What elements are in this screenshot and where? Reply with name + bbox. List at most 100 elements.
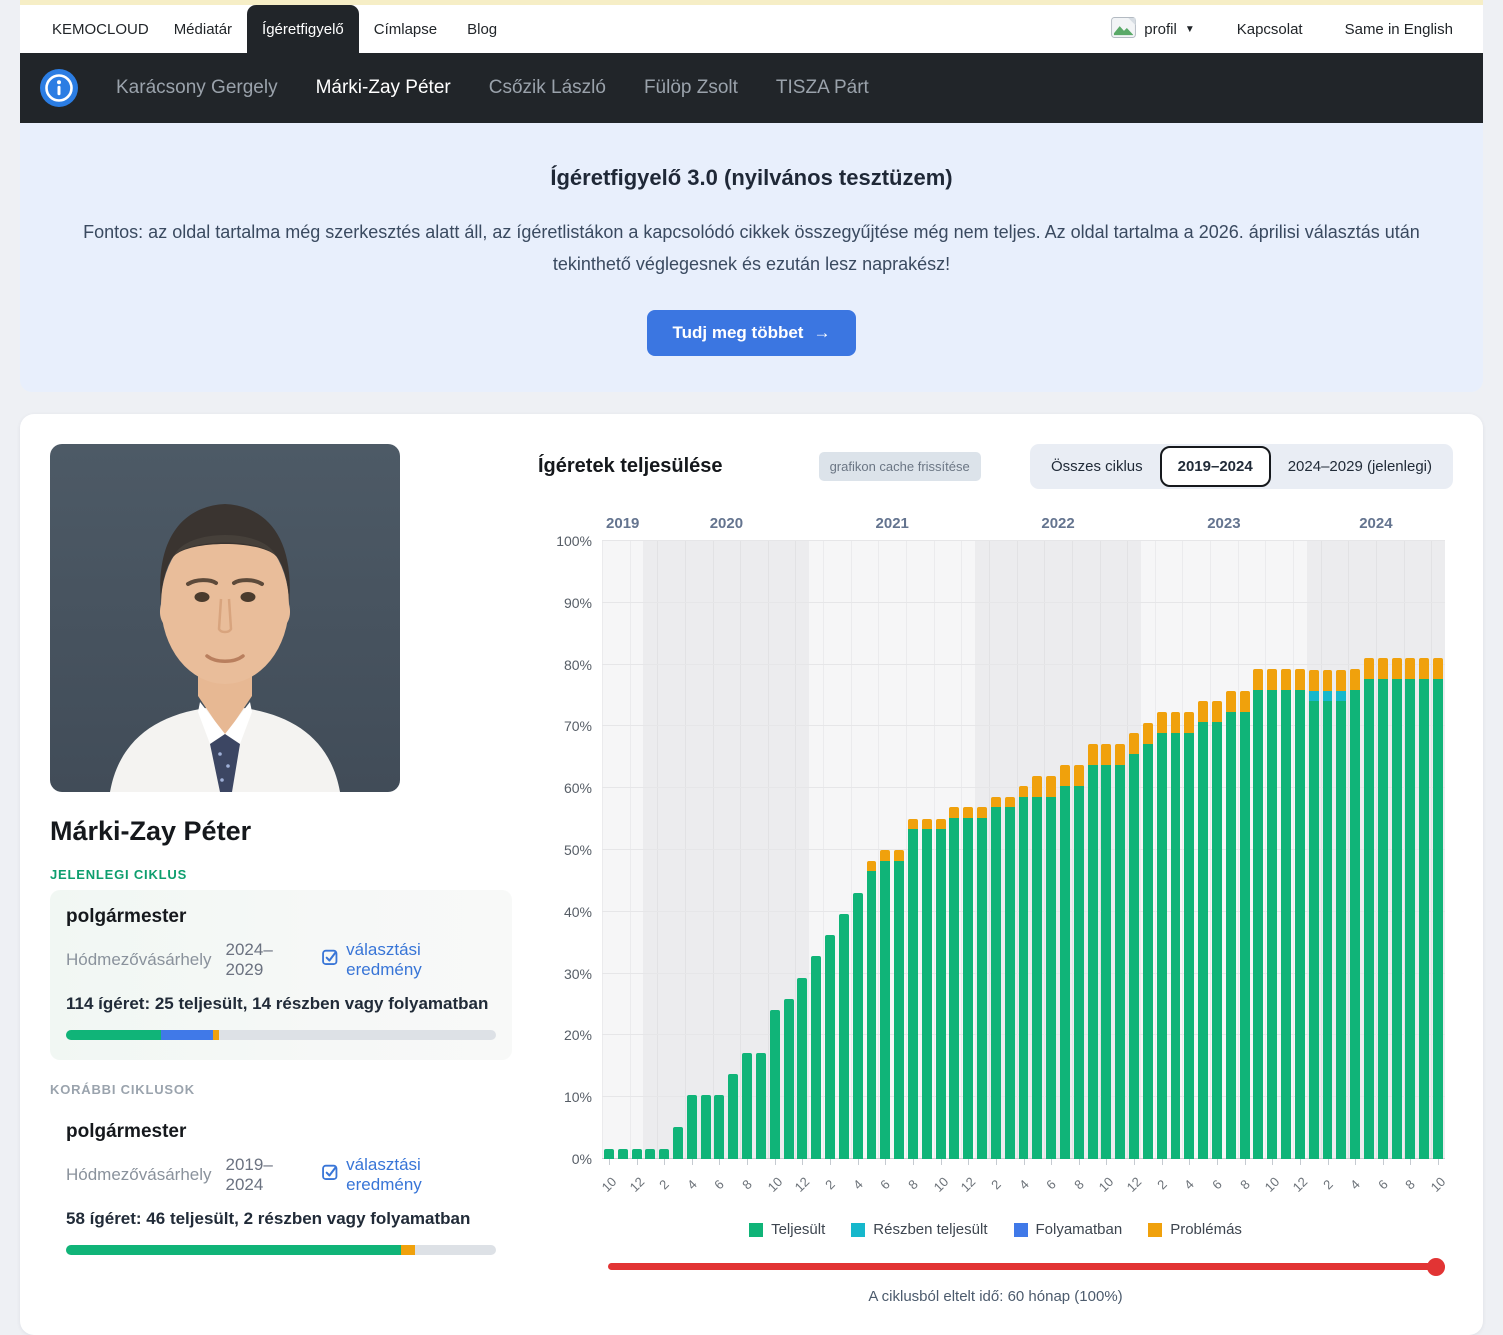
chart-bar[interactable]: [1240, 541, 1250, 1159]
chart-bar[interactable]: [770, 541, 780, 1159]
chart-bar[interactable]: [1032, 541, 1042, 1159]
chart-bar[interactable]: [825, 541, 835, 1159]
refresh-cache-button[interactable]: grafikon cache frissítése: [819, 452, 981, 481]
chart-bar[interactable]: [1267, 541, 1277, 1159]
chart-bar[interactable]: [604, 541, 614, 1159]
year-label-2023: 2023: [1207, 515, 1240, 532]
chart-bar[interactable]: [756, 541, 766, 1159]
chart-bar[interactable]: [1364, 541, 1374, 1159]
chart-bar[interactable]: [1419, 541, 1429, 1159]
chart-bar[interactable]: [673, 541, 683, 1159]
time-slider-handle[interactable]: [1427, 1258, 1445, 1276]
chart-bar[interactable]: [1101, 541, 1111, 1159]
election-result-link[interactable]: választási eredmény: [322, 940, 496, 980]
election-result-link[interactable]: választási eredmény: [322, 1155, 496, 1195]
chart-bar[interactable]: [839, 541, 849, 1159]
chart-bar[interactable]: [1253, 541, 1263, 1159]
chart-bar[interactable]: [1143, 541, 1153, 1159]
chart-bar[interactable]: [714, 541, 724, 1159]
chart-bar[interactable]: [1088, 541, 1098, 1159]
chart-bar[interactable]: [1309, 541, 1319, 1159]
chart-bar[interactable]: [963, 541, 973, 1159]
chart-bar[interactable]: [1323, 541, 1333, 1159]
chart-bar[interactable]: [922, 541, 932, 1159]
profile-menu[interactable]: profil ▼: [1111, 17, 1194, 42]
chart-bar[interactable]: [1392, 541, 1402, 1159]
tab-mediatar[interactable]: Médiatár: [159, 5, 247, 53]
chart-bar[interactable]: [1060, 541, 1070, 1159]
chart-bar[interactable]: [1019, 541, 1029, 1159]
bar-segment-problémás: [1392, 658, 1402, 679]
chart-bar[interactable]: [645, 541, 655, 1159]
legend-item-problémás[interactable]: Problémás: [1148, 1221, 1242, 1238]
person-link-fulop[interactable]: Fülöp Zsolt: [644, 77, 738, 99]
bar-segment-teljesült: [797, 978, 807, 1159]
chart-bar[interactable]: [797, 541, 807, 1159]
kapcsolat-link[interactable]: Kapcsolat: [1237, 21, 1303, 38]
person-link-markizay[interactable]: Márki-Zay Péter: [316, 77, 451, 99]
bar-segment-problémás: [1101, 744, 1111, 765]
chart-bar[interactable]: [1046, 541, 1056, 1159]
chart-bar[interactable]: [784, 541, 794, 1159]
chart-bar[interactable]: [1212, 541, 1222, 1159]
chart-bar[interactable]: [659, 541, 669, 1159]
chart-bar[interactable]: [618, 541, 628, 1159]
tab-blog[interactable]: Blog: [452, 5, 512, 53]
tab-all-cycles[interactable]: Összes ciklus: [1038, 450, 1156, 483]
chart-bar[interactable]: [632, 541, 642, 1159]
chart-bar[interactable]: [811, 541, 821, 1159]
chart-bar[interactable]: [1074, 541, 1084, 1159]
chart-bar[interactable]: [1157, 541, 1167, 1159]
chart-bar[interactable]: [701, 541, 711, 1159]
chart-bar[interactable]: [867, 541, 877, 1159]
legend-item-teljesült[interactable]: Teljesült: [749, 1221, 825, 1238]
promise-progress-bar: [66, 1245, 496, 1255]
x-axis-label: 10: [1422, 1169, 1454, 1201]
brand-kemocloud[interactable]: KEMOCLOUD: [42, 5, 159, 53]
chart-bar[interactable]: [949, 541, 959, 1159]
chart-bar[interactable]: [1350, 541, 1360, 1159]
chart-bar[interactable]: [742, 541, 752, 1159]
x-axis-label: 10: [1090, 1169, 1122, 1201]
x-axis-label: 10: [593, 1169, 625, 1201]
chart-bar[interactable]: [1378, 541, 1388, 1159]
tab-cimlapse[interactable]: Címlapse: [359, 5, 452, 53]
chart-bar[interactable]: [1433, 541, 1443, 1159]
chart-bar[interactable]: [1198, 541, 1208, 1159]
chart-bar[interactable]: [1184, 541, 1194, 1159]
chart-bar[interactable]: [1171, 541, 1181, 1159]
chart-bar[interactable]: [880, 541, 890, 1159]
chart-bar[interactable]: [1129, 541, 1139, 1159]
person-link-karacsony[interactable]: Karácsony Gergely: [116, 77, 278, 99]
time-slider[interactable]: [608, 1258, 1445, 1276]
chart-bar[interactable]: [853, 541, 863, 1159]
chart-bar[interactable]: [908, 541, 918, 1159]
chart-bar[interactable]: [1295, 541, 1305, 1159]
person-link-tisza[interactable]: TISZA Párt: [776, 77, 869, 99]
learn-more-button[interactable]: Tudj meg többet →: [647, 310, 857, 356]
chart-bar[interactable]: [1226, 541, 1236, 1159]
info-icon[interactable]: [40, 69, 78, 107]
language-link[interactable]: Same in English: [1345, 21, 1453, 38]
chart-bar[interactable]: [894, 541, 904, 1159]
x-axis-label: 2: [648, 1169, 680, 1201]
chart-bar[interactable]: [1281, 541, 1291, 1159]
bar-segment-problémás: [1115, 744, 1125, 765]
tab-2019-2024[interactable]: 2019–2024: [1160, 446, 1271, 487]
chart-bar[interactable]: [728, 541, 738, 1159]
chart-bar[interactable]: [1336, 541, 1346, 1159]
legend-item-folyamatban[interactable]: Folyamatban: [1014, 1221, 1123, 1238]
legend-item-részben-teljesült[interactable]: Részben teljesült: [851, 1221, 987, 1238]
chart-bar[interactable]: [1405, 541, 1415, 1159]
bar-segment-problémás: [1295, 669, 1305, 690]
chart-bar[interactable]: [991, 541, 1001, 1159]
chart-bar[interactable]: [687, 541, 697, 1159]
person-link-csozik[interactable]: Csőzik László: [489, 77, 606, 99]
tab-2024-2029[interactable]: 2024–2029 (jelenlegi): [1275, 450, 1445, 483]
chart-bar[interactable]: [1115, 541, 1125, 1159]
chart-bar[interactable]: [936, 541, 946, 1159]
time-slider-track[interactable]: [608, 1263, 1445, 1270]
chart-bar[interactable]: [1005, 541, 1015, 1159]
tab-igeretfigyelo[interactable]: Ígéretfigyelő: [247, 5, 359, 53]
chart-bar[interactable]: [977, 541, 987, 1159]
